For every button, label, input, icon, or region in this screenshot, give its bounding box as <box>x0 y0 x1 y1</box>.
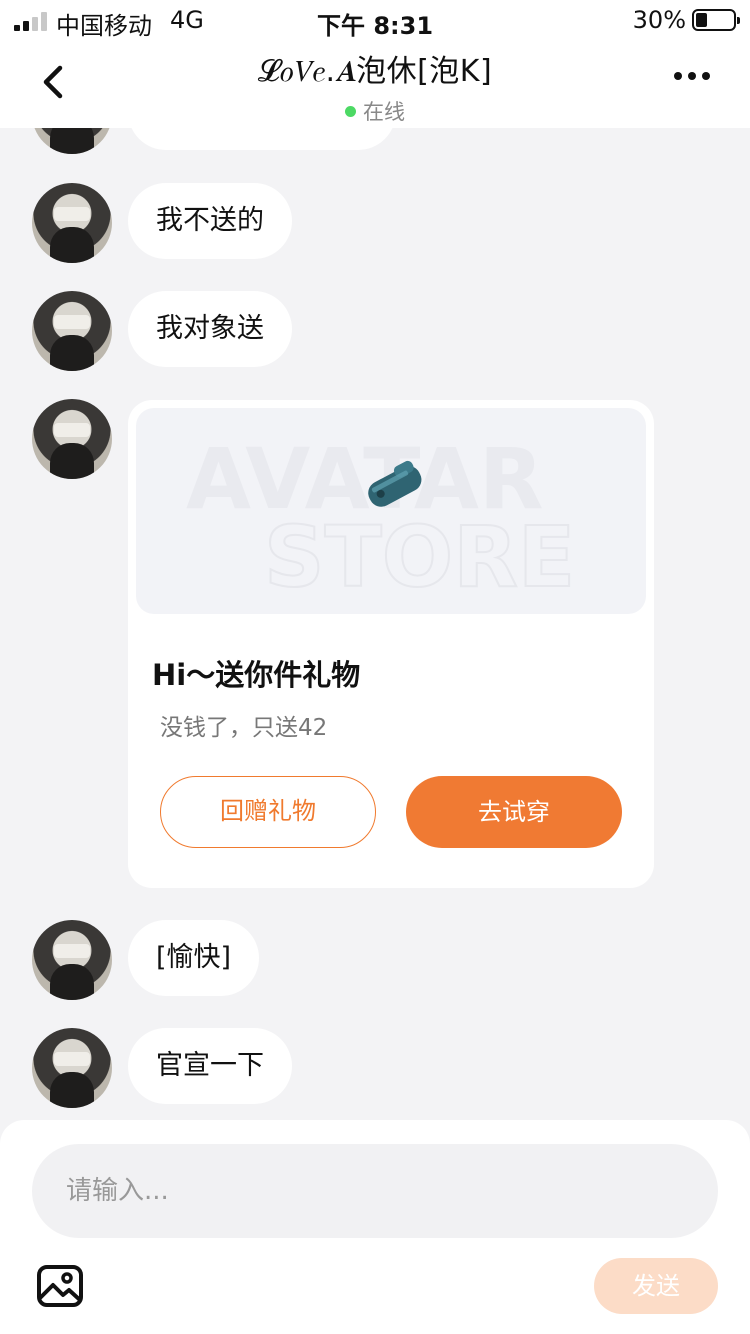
return-gift-button[interactable]: 回赠礼物 <box>160 776 376 848</box>
message-bubble: 我对象送 <box>128 291 292 367</box>
chat-title: 𝓛𝑜𝑉𝑒.𝑨泡休[泡K] <box>257 54 493 89</box>
gift-card-subtitle: 没钱了，只送42 <box>160 715 328 741</box>
more-options-button[interactable] <box>674 72 710 80</box>
watermark-store: STORE <box>264 508 575 606</box>
more-dot-icon <box>688 72 696 80</box>
online-dot-icon <box>345 105 356 117</box>
message-bubble: 官宣一下 <box>128 1028 292 1104</box>
message-input[interactable] <box>32 1144 718 1238</box>
more-dot-icon <box>674 72 682 80</box>
online-status: 在线 <box>345 96 405 126</box>
avatar[interactable] <box>32 1028 112 1108</box>
avatar[interactable] <box>32 183 112 263</box>
gift-card[interactable]: AVATAR STORE Hi～送你件礼物 没钱了，只送42 回赠礼物 去试穿 <box>128 400 654 888</box>
message-bubble: 我不送的 <box>128 183 292 259</box>
gift-item-image: AVATAR STORE <box>136 408 646 614</box>
gift-card-title: Hi～送你件礼物 <box>152 658 361 692</box>
message-bubble: [愉快] <box>128 920 260 996</box>
message-composer: 发送 <box>0 1120 750 1334</box>
chat-message-list[interactable]: 我不送的 我对象送 AVATAR STORE Hi～送你件礼物 没钱了，只送42… <box>0 128 750 1120</box>
more-dot-icon <box>702 72 710 80</box>
image-icon <box>37 1265 83 1307</box>
header-title-block: 𝓛𝑜𝑉𝑒.𝑨泡休[泡K] 在线 <box>0 46 750 126</box>
image-picker-button[interactable] <box>36 1262 84 1310</box>
online-status-text: 在线 <box>363 100 405 124</box>
status-bar: 中国移动 4G 下午 8:31 30% <box>0 0 750 42</box>
battery-icon <box>692 9 740 31</box>
send-button[interactable]: 发送 <box>594 1258 718 1314</box>
message-bubble-partial <box>128 128 396 150</box>
avatar[interactable] <box>32 920 112 1000</box>
avatar[interactable] <box>32 291 112 371</box>
avatar[interactable] <box>32 399 112 479</box>
chat-header: 𝓛𝑜𝑉𝑒.𝑨泡休[泡K] 在线 <box>0 42 750 128</box>
battery-percent: 30% <box>632 6 686 34</box>
avatar[interactable] <box>32 128 112 154</box>
try-on-button[interactable]: 去试穿 <box>406 776 622 848</box>
